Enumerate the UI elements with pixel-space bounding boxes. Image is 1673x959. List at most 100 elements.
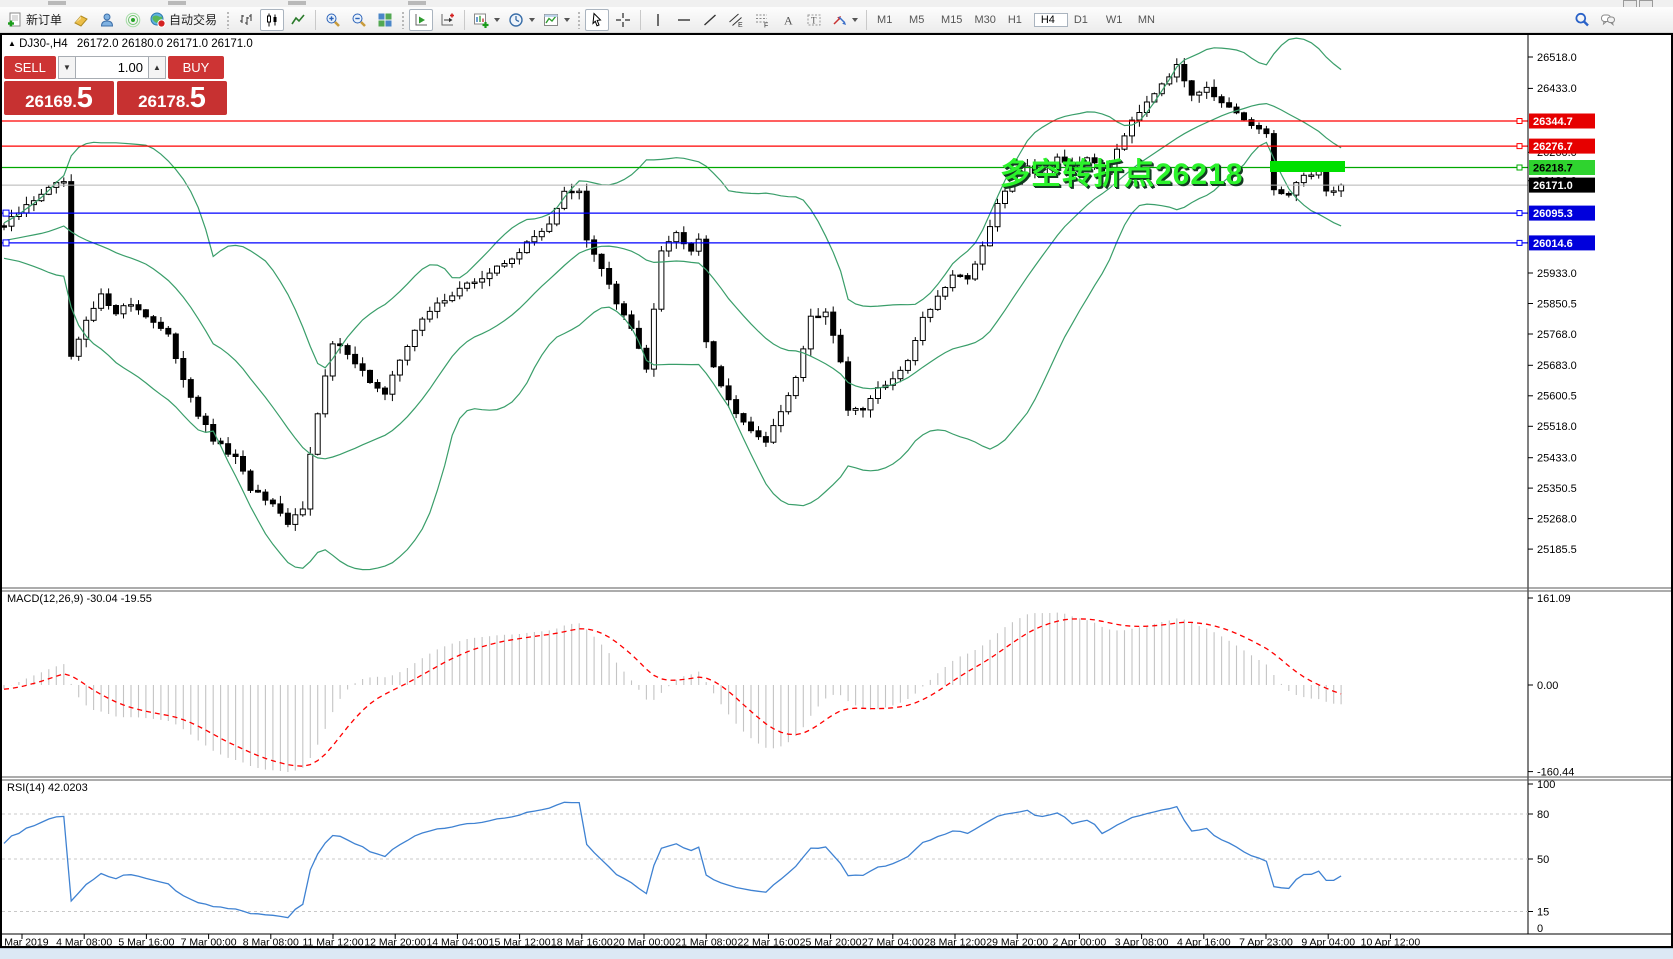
- timeframe-m1-button[interactable]: M1: [871, 14, 903, 26]
- svg-text:26276.7: 26276.7: [1533, 141, 1573, 153]
- search-icon: [1574, 12, 1590, 28]
- toolbar-drag-handle[interactable]: [401, 11, 405, 29]
- periodicity-dropdown[interactable]: [505, 9, 538, 31]
- autotrading-label: 自动交易: [169, 11, 219, 28]
- cursor-icon: [589, 12, 605, 28]
- svg-text:2 Apr 00:00: 2 Apr 00:00: [1053, 937, 1107, 947]
- svg-text:7 Mar 00:00: 7 Mar 00:00: [181, 937, 237, 947]
- svg-text:0.00: 0.00: [1537, 680, 1558, 692]
- auto-scroll-icon: [413, 12, 429, 28]
- horizontal-line-button[interactable]: [672, 9, 696, 31]
- svg-text:0: 0: [1537, 923, 1543, 935]
- toolbar-right-group: [1569, 9, 1673, 31]
- line-chart-button[interactable]: [286, 9, 310, 31]
- signals-icon: [125, 12, 141, 28]
- search-button[interactable]: [1570, 9, 1594, 31]
- svg-text:-160.44: -160.44: [1537, 766, 1574, 778]
- rsi-indicator-label: RSI(14) 42.0203: [7, 782, 88, 794]
- fibonacci-button[interactable]: F: [750, 9, 774, 31]
- sell-button[interactable]: SELL: [4, 56, 56, 79]
- zoom-in-button[interactable]: [321, 9, 345, 31]
- annotation-text[interactable]: 多空转折点26218: [1000, 149, 1243, 193]
- signals-button[interactable]: [121, 9, 145, 31]
- svg-text:26218.7: 26218.7: [1533, 163, 1573, 175]
- volume-decrease-button[interactable]: ▼: [58, 56, 76, 79]
- tile-windows-icon: [377, 12, 393, 28]
- svg-text:12 Mar 20:00: 12 Mar 20:00: [364, 937, 426, 947]
- toolbar-drag-handle[interactable]: [577, 11, 581, 29]
- timeframe-w1-button[interactable]: W1: [1100, 14, 1132, 26]
- ask-frac: 5: [190, 83, 206, 113]
- svg-text:26518.0: 26518.0: [1537, 52, 1577, 64]
- timeframe-h4-button[interactable]: H4: [1034, 13, 1068, 27]
- svg-text:25433.0: 25433.0: [1537, 453, 1577, 465]
- svg-text:25268.0: 25268.0: [1537, 513, 1577, 525]
- svg-text:14 Mar 04:00: 14 Mar 04:00: [426, 937, 488, 947]
- chart-shift-button[interactable]: [435, 9, 459, 31]
- line-chart-icon: [290, 12, 306, 28]
- arrows-icon: [831, 12, 847, 28]
- buy-button[interactable]: BUY: [168, 56, 224, 79]
- svg-text:100: 100: [1537, 779, 1555, 791]
- svg-text:8 Mar 08:00: 8 Mar 08:00: [243, 937, 299, 947]
- equidistant-channel-button[interactable]: E: [724, 9, 748, 31]
- svg-text:50: 50: [1537, 854, 1549, 866]
- volume-input[interactable]: [76, 56, 148, 79]
- market-watch-button[interactable]: [69, 9, 93, 31]
- trendline-icon: [702, 12, 718, 28]
- profiles-button[interactable]: [95, 9, 119, 31]
- vertical-line-button[interactable]: [646, 9, 670, 31]
- toolbar-separator: [866, 10, 867, 30]
- ask-price[interactable]: 26178 . 5: [117, 81, 227, 115]
- svg-text:28 Mar 12:00: 28 Mar 12:00: [924, 937, 986, 947]
- svg-text:E: E: [738, 22, 743, 28]
- svg-text:25768.0: 25768.0: [1537, 329, 1577, 341]
- new-chart-dropdown[interactable]: [470, 9, 503, 31]
- tile-windows-button[interactable]: [373, 9, 397, 31]
- svg-text:161.09: 161.09: [1537, 593, 1571, 605]
- bar-chart-button[interactable]: [234, 9, 258, 31]
- timeframe-m15-button[interactable]: M15: [935, 14, 968, 26]
- trendline-button[interactable]: [698, 9, 722, 31]
- svg-text:7 Apr 23:00: 7 Apr 23:00: [1239, 937, 1293, 947]
- timeframe-group: M1M5M15M30H1H4D1W1MN: [871, 13, 1164, 27]
- timeframe-d1-button[interactable]: D1: [1068, 14, 1100, 26]
- volume-increase-button[interactable]: ▲: [148, 56, 166, 79]
- arrows-dropdown[interactable]: [828, 9, 861, 31]
- bid-price[interactable]: 26169 . 5: [4, 81, 114, 115]
- svg-text:26014.6: 26014.6: [1533, 238, 1573, 250]
- equidistant-channel-icon: E: [728, 12, 744, 28]
- text-label-button[interactable]: T: [802, 9, 826, 31]
- chart-canvas[interactable]: 26518.026433.026260.026183.025933.025850…: [2, 35, 1671, 946]
- svg-text:18 Mar 16:00: 18 Mar 16:00: [551, 937, 613, 947]
- text-label-icon: T: [806, 12, 822, 28]
- auto-scroll-button[interactable]: [409, 9, 433, 31]
- chart-window: 26518.026433.026260.026183.025933.025850…: [0, 33, 1673, 948]
- cursor-button[interactable]: [585, 9, 609, 31]
- candlestick-chart-button[interactable]: [260, 9, 284, 31]
- chat-button[interactable]: [1596, 9, 1620, 31]
- text-button[interactable]: A: [776, 9, 800, 31]
- autotrading-button[interactable]: 自动交易: [147, 9, 222, 31]
- svg-text:21 Mar 08:00: 21 Mar 08:00: [675, 937, 737, 947]
- collapse-arrow-icon[interactable]: ▲: [8, 39, 16, 48]
- macd-panel-layer: 161.09 0.00 -160.44: [4, 593, 1574, 779]
- chart-ohlc-values: 26172.0 26180.0 26171.0 26171.0: [77, 38, 253, 50]
- macd-indicator-label: MACD(12,26,9) -30.04 -19.55: [7, 593, 152, 605]
- toolbar-drag-handle[interactable]: [226, 11, 230, 29]
- timeframe-m30-button[interactable]: M30: [968, 14, 1001, 26]
- svg-text:27 Mar 04:00: 27 Mar 04:00: [862, 937, 924, 947]
- fibonacci-icon: F: [754, 12, 770, 28]
- chart-symbol: DJ30-,H4: [19, 38, 68, 50]
- timeframe-mn-button[interactable]: MN: [1132, 14, 1164, 26]
- bar-chart-icon: [238, 12, 254, 28]
- status-bar-strip: [0, 948, 1673, 959]
- timeframe-h1-button[interactable]: H1: [1002, 14, 1034, 26]
- timeframe-m5-button[interactable]: M5: [903, 14, 935, 26]
- crosshair-button[interactable]: [611, 9, 635, 31]
- templates-dropdown[interactable]: [540, 9, 573, 31]
- svg-text:1 Mar 2019: 1 Mar 2019: [2, 937, 49, 947]
- new-order-button[interactable]: 新订单: [4, 9, 67, 31]
- candlestick-chart-icon: [264, 12, 280, 28]
- zoom-out-button[interactable]: [347, 9, 371, 31]
